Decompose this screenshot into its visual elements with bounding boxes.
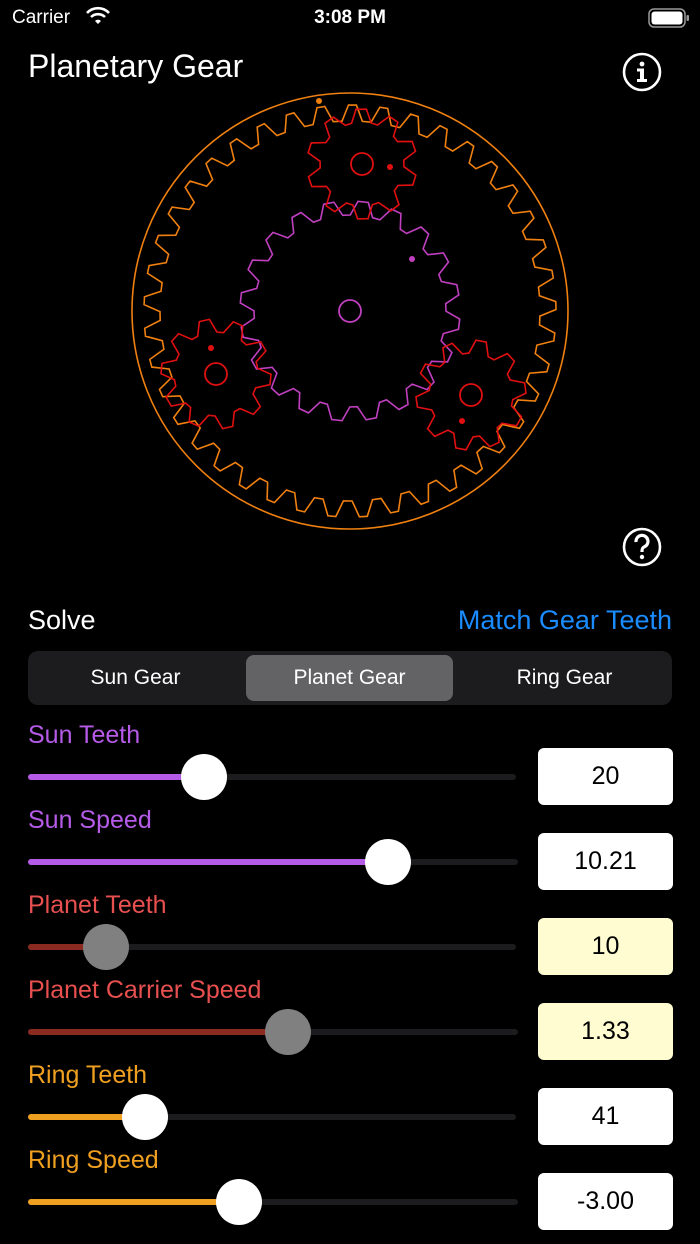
ring-speed-field[interactable]: -3.00 (538, 1173, 673, 1230)
ring-speed-slider[interactable] (28, 1179, 518, 1225)
planet-gear-marker (208, 345, 214, 351)
status-bar: Carrier 3:08 PM (0, 0, 700, 36)
sun-teeth-slider-thumb[interactable] (180, 754, 227, 800)
planet-teeth-field[interactable]: 10 (538, 918, 673, 975)
question-circle-icon[interactable] (622, 527, 662, 567)
solve-label: Solve (28, 605, 96, 635)
planet-gear-hub (350, 152, 374, 176)
battery-icon (648, 8, 689, 28)
ring-teeth-label: Ring Teeth (28, 1061, 148, 1089)
planet-gear-teeth (415, 339, 527, 451)
sun-speed-slider[interactable] (28, 839, 518, 885)
planet-carrier-speed-field[interactable]: 1.33 (538, 1003, 673, 1060)
planet-carrier-speed-label: Planet Carrier Speed (28, 976, 262, 1004)
sun-gear-teeth (239, 200, 461, 422)
ring-gear-marker (316, 98, 322, 104)
segment-planet-gear[interactable]: Planet Gear (246, 655, 453, 701)
ring-speed-slider-thumb[interactable] (215, 1179, 262, 1225)
segment-ring-gear[interactable]: Ring Gear (461, 655, 668, 701)
sun-gear-hub (338, 299, 362, 323)
planet-carrier-speed-slider-thumb[interactable] (264, 1009, 311, 1055)
planet-teeth-label: Planet Teeth (28, 891, 167, 919)
planet-carrier-speed-slider[interactable] (28, 1009, 518, 1055)
sun-teeth-label: Sun Teeth (28, 721, 141, 749)
planet-gear-marker (387, 164, 393, 170)
sun-gear-marker (409, 256, 415, 262)
ring-speed-label: Ring Speed (28, 1146, 159, 1174)
segment-sun-gear[interactable]: Sun Gear (32, 655, 239, 701)
ring-teeth-slider-thumb[interactable] (122, 1094, 169, 1140)
ring-teeth-field[interactable]: 41 (538, 1088, 673, 1145)
ring-gear-teeth (143, 104, 557, 518)
planet-teeth-slider[interactable] (28, 924, 516, 970)
sun-speed-label: Sun Speed (28, 806, 152, 834)
sun-teeth-field[interactable]: 20 (538, 748, 673, 805)
sun-speed-slider-thumb[interactable] (365, 839, 412, 885)
sun-speed-field[interactable]: 10.21 (538, 833, 673, 890)
planet-teeth-slider-thumb[interactable] (83, 924, 130, 970)
match-gear-teeth-button[interactable]: Match Gear Teeth (458, 605, 672, 636)
ring-teeth-slider[interactable] (28, 1094, 516, 1140)
sun-teeth-slider[interactable] (28, 754, 516, 800)
page-title: Planetary Gear (28, 48, 244, 84)
planetary-gear-diagram (131, 92, 569, 530)
planet-gear-marker (459, 418, 465, 424)
ring-gear-outer (131, 92, 569, 530)
planet-gear-hub (204, 362, 228, 386)
planet-gear-hub (459, 383, 483, 407)
solve-segmented-control: Sun Gear Planet Gear Ring Gear (28, 651, 672, 705)
status-time: 3:08 PM (314, 7, 386, 28)
